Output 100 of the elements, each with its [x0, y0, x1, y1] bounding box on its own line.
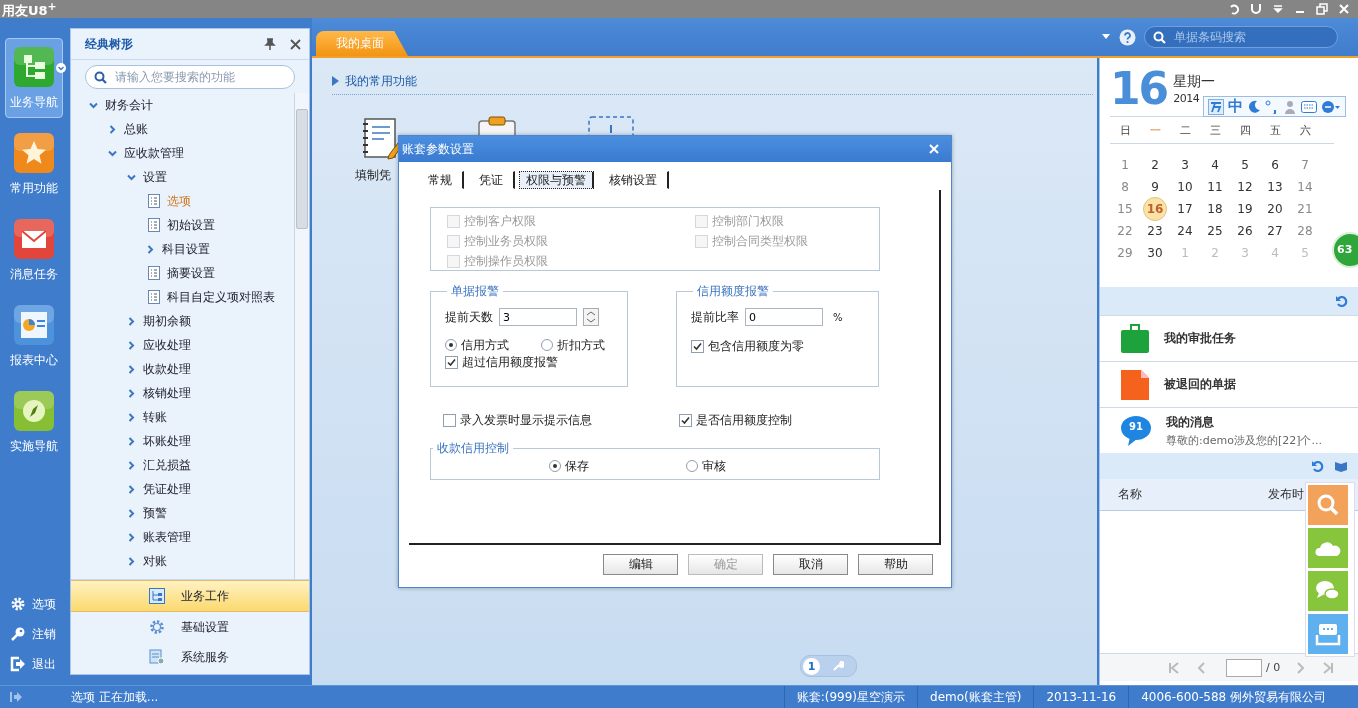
calendar-day[interactable]: 13 — [1263, 177, 1287, 197]
section-tab[interactable]: 系统服务 — [71, 642, 309, 672]
person-icon[interactable] — [1283, 99, 1297, 114]
tree-item[interactable]: 预警 — [71, 501, 294, 525]
section-tab[interactable]: 基础设置 — [71, 612, 309, 642]
chat-button[interactable] — [1308, 571, 1348, 611]
calendar-day[interactable]: 12 — [1233, 177, 1257, 197]
task-item[interactable]: 我的审批任务 — [1100, 315, 1358, 361]
tree-item[interactable]: 科目自定义项对照表 — [71, 285, 294, 309]
calendar-day[interactable]: 4 — [1203, 155, 1227, 175]
nav-item[interactable]: 实施导航 — [5, 382, 63, 462]
column-header[interactable]: 发布时 — [1268, 486, 1304, 503]
rail-button[interactable]: 退出 — [0, 649, 68, 679]
dialog-button[interactable]: 帮助 — [858, 554, 933, 575]
scrollbar[interactable] — [294, 93, 309, 579]
checkbox[interactable] — [445, 356, 458, 369]
nav-item[interactable]: 常用功能 — [5, 124, 63, 204]
tree-item[interactable]: 期初余额 — [71, 309, 294, 333]
calendar-day[interactable]: 1 — [1113, 155, 1137, 175]
moon-icon[interactable] — [1247, 99, 1261, 114]
calendar-day[interactable]: 17 — [1173, 199, 1197, 219]
days-field[interactable]: 3 — [499, 308, 577, 326]
chevron-icon[interactable] — [127, 388, 136, 398]
feedback-button[interactable] — [1308, 614, 1348, 654]
calendar-day[interactable]: 18 — [1203, 199, 1227, 219]
chevron-icon[interactable] — [127, 556, 136, 566]
nav-item[interactable]: 消息任务 — [5, 210, 63, 290]
calendar-day[interactable]: 5 — [1233, 155, 1257, 175]
close-icon[interactable] — [290, 38, 301, 50]
chevron-icon[interactable] — [127, 460, 136, 470]
dialog-button[interactable]: 编辑 — [603, 554, 678, 575]
calendar-day[interactable]: 3 — [1173, 155, 1197, 175]
chevron-icon[interactable] — [127, 316, 136, 326]
rail-button[interactable]: 注销 — [0, 619, 68, 649]
tree-item[interactable]: 收款处理 — [71, 357, 294, 381]
dialog-tab[interactable]: 核销设置 — [598, 171, 669, 189]
chevron-icon[interactable] — [127, 340, 136, 350]
calendar-day[interactable]: 26 — [1233, 221, 1257, 241]
tree-item[interactable]: 初始设置 — [71, 213, 294, 237]
tree-item[interactable]: 总账 — [71, 117, 294, 141]
calendar-day[interactable]: 10 — [1173, 177, 1197, 197]
calendar-day[interactable]: 24 — [1173, 221, 1197, 241]
chevron-icon[interactable] — [108, 148, 117, 158]
tree-item[interactable]: 对账 — [71, 549, 294, 573]
tree-item[interactable]: 科目设置 — [71, 237, 294, 261]
tree-item[interactable]: 转账 — [71, 405, 294, 429]
nav-item[interactable]: 报表中心 — [5, 296, 63, 376]
task-item[interactable]: 被退回的单据 — [1100, 361, 1358, 407]
undo-icon[interactable] — [1228, 3, 1240, 15]
menu-icon[interactable] — [1272, 3, 1284, 15]
barcode-search-box[interactable]: 单据条码搜索 — [1144, 26, 1338, 48]
dialog-button[interactable]: 取消 — [773, 554, 848, 575]
calendar-day[interactable]: 27 — [1263, 221, 1287, 241]
refresh-icon[interactable] — [1335, 294, 1348, 308]
caret-icon[interactable] — [1101, 33, 1111, 41]
page-button[interactable]: 1 — [803, 657, 820, 675]
chevron-icon[interactable] — [127, 364, 136, 374]
ime-logo-icon[interactable] — [1208, 98, 1224, 115]
dialog-tab[interactable]: 常规 — [417, 171, 464, 189]
search-field[interactable]: 请输入您要搜索的功能 — [113, 69, 286, 85]
tree-item[interactable]: 核销处理 — [71, 381, 294, 405]
tree-item[interactable]: 摘要设置 — [71, 261, 294, 285]
tree-item[interactable]: 财务会计 — [71, 93, 294, 117]
calendar-day[interactable]: 7 — [1293, 155, 1317, 175]
keyboard-icon[interactable] — [1301, 100, 1317, 113]
chevron-icon[interactable] — [146, 244, 155, 254]
chevron-icon[interactable] — [127, 172, 136, 182]
tree-item[interactable]: 应收处理 — [71, 333, 294, 357]
calendar-day[interactable]: 11 — [1203, 177, 1227, 197]
page-field[interactable] — [1226, 658, 1262, 677]
tree-item[interactable]: 设置 — [71, 165, 294, 189]
chevron-icon[interactable] — [127, 436, 136, 446]
cloud-button[interactable] — [1308, 528, 1348, 568]
checkbox[interactable] — [691, 340, 704, 353]
chevron-icon[interactable] — [108, 124, 117, 134]
chevron-icon[interactable] — [127, 532, 136, 542]
calendar-day[interactable]: 6 — [1263, 155, 1287, 175]
calendar-day[interactable]: 19 — [1233, 199, 1257, 219]
section-tab[interactable]: 业务工作 — [71, 580, 309, 612]
calendar-day[interactable]: 29 — [1113, 243, 1137, 263]
radio-button[interactable] — [549, 460, 561, 472]
restore-icon[interactable] — [1316, 3, 1328, 15]
rail-button[interactable]: 选项 — [0, 589, 68, 619]
calendar-day[interactable]: 22 — [1113, 221, 1137, 241]
book-icon[interactable] — [1334, 459, 1348, 473]
radio-button[interactable] — [541, 339, 553, 351]
search-button[interactable] — [1308, 485, 1348, 525]
calendar-day[interactable]: 23 — [1143, 221, 1167, 241]
dialog-tab[interactable]: 凭证 — [468, 171, 515, 189]
column-header[interactable]: 名称 — [1100, 486, 1268, 503]
calendar-day[interactable]: 25 — [1203, 221, 1227, 241]
search-box[interactable]: 请输入您要搜索的功能 — [85, 65, 295, 89]
calendar-day[interactable]: 20 — [1263, 199, 1287, 219]
calendar-day[interactable]: 9 — [1143, 177, 1167, 197]
calendar-day[interactable]: 30 — [1143, 243, 1167, 263]
chevron-icon[interactable] — [127, 508, 136, 518]
chevron-icon[interactable] — [89, 100, 98, 110]
magnet-icon[interactable] — [1250, 3, 1262, 15]
calendar-day[interactable]: 21 — [1293, 199, 1317, 219]
input-mode[interactable]: 中 — [1228, 98, 1243, 115]
